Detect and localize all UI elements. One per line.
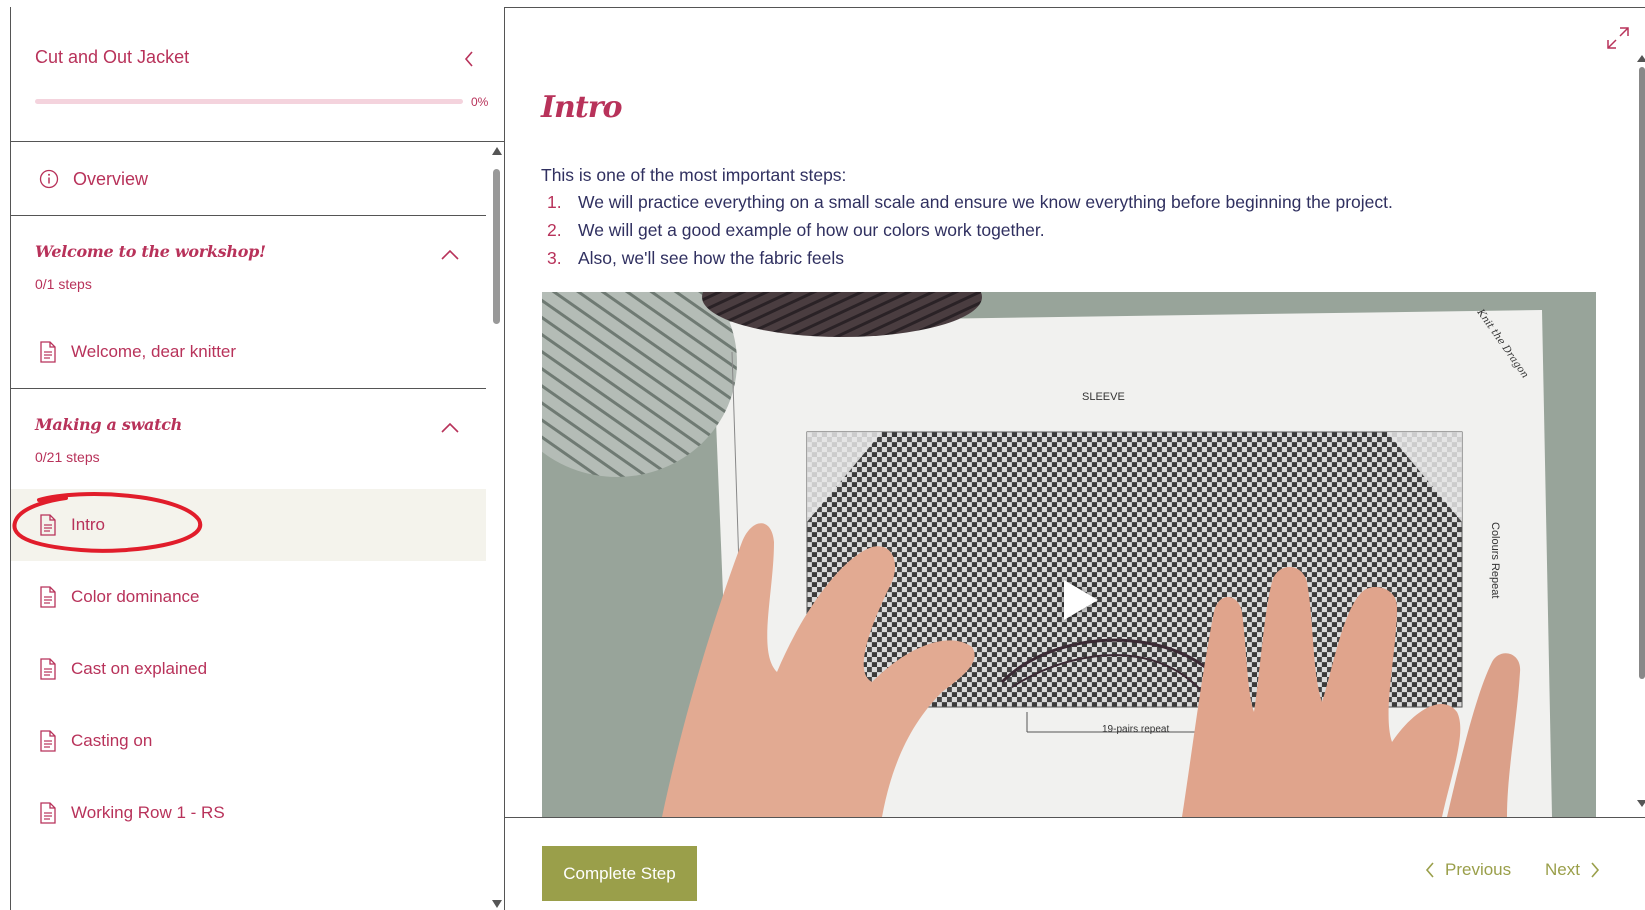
step-content: Intro This is one of the most important … <box>505 8 1645 910</box>
course-progress-label: 0% <box>471 95 489 109</box>
collapse-sidebar-button[interactable] <box>457 47 481 71</box>
sidebar-step-label: Cast on explained <box>71 659 208 678</box>
sidebar-step-label: Color dominance <box>71 587 200 606</box>
scroll-down-arrow-icon[interactable] <box>492 900 502 908</box>
list-item: 3. Also, we'll see how the fabric feels <box>547 248 844 268</box>
sidebar-item-label: Overview <box>73 168 149 189</box>
section-title: Making a swatch <box>35 415 182 434</box>
expand-arrows-icon[interactable] <box>1605 25 1631 51</box>
step-intro-text: This is one of the most important steps: <box>541 165 847 185</box>
next-label: Next <box>1545 860 1580 879</box>
sidebar-step-label: Casting on <box>71 731 153 750</box>
sidebar-step-working-row-1[interactable]: Working Row 1 - RS <box>11 777 486 849</box>
play-icon[interactable] <box>1064 580 1098 620</box>
list-item: 2. We will get a good example of how our … <box>547 220 1045 240</box>
sidebar-step-welcome-dear-knitter[interactable]: Welcome, dear knitter <box>11 316 486 388</box>
sidebar-step-cast-on-explained[interactable]: Cast on explained <box>11 633 486 705</box>
scrollbar-thumb[interactable] <box>1639 67 1645 679</box>
video-player[interactable]: SLEEVE Knit the Dragon Colours Repeat 19… <box>542 292 1596 817</box>
document-icon <box>40 802 56 824</box>
sidebar-step-intro[interactable]: Intro <box>11 489 486 561</box>
chevron-right-icon <box>1591 862 1600 878</box>
sidebar-step-label: Intro <box>71 515 106 534</box>
chart-side-label: Colours Repeat <box>1489 522 1501 598</box>
chart-repeat-label: 19-pairs repeat <box>1102 724 1169 735</box>
scroll-up-arrow-icon[interactable] <box>1637 55 1645 62</box>
chevron-left-icon <box>464 51 473 67</box>
scroll-down-arrow-icon[interactable] <box>1637 800 1645 807</box>
document-icon <box>40 658 56 680</box>
sidebar-step-label: Working Row 1 - RS <box>71 803 225 822</box>
scrollbar-thumb[interactable] <box>493 169 500 324</box>
list-item: 1. We will practice everything on a small… <box>547 192 1393 212</box>
document-icon <box>40 341 56 363</box>
sidebar-step-casting-on[interactable]: Casting on <box>11 705 486 777</box>
next-step-button[interactable]: Next <box>1545 860 1600 880</box>
section-title: Welcome to the workshop! <box>35 242 266 261</box>
info-circle-icon <box>39 169 59 189</box>
sidebar-item-overview[interactable]: Overview <box>11 143 486 216</box>
step-points-list: 1. We will practice everything on a small… <box>541 192 1393 276</box>
sidebar-step-color-dominance[interactable]: Color dominance <box>11 561 486 633</box>
sidebar-header: Cut and Out Jacket 0% <box>11 7 504 142</box>
chevron-left-icon <box>1425 862 1434 878</box>
chevron-up-icon[interactable] <box>439 417 461 439</box>
content-scrollbar[interactable] <box>1637 55 1645 807</box>
chart-heading-label: SLEEVE <box>1082 391 1125 403</box>
video-thumbnail: SLEEVE Knit the Dragon Colours Repeat 19… <box>542 292 1596 817</box>
document-icon <box>40 586 56 608</box>
section-steps-count: 0/21 steps <box>35 449 100 465</box>
previous-step-button[interactable]: Previous <box>1425 860 1511 880</box>
sidebar-step-label: Welcome, dear knitter <box>71 342 237 361</box>
previous-label: Previous <box>1445 860 1512 879</box>
scroll-up-arrow-icon[interactable] <box>492 147 502 155</box>
complete-step-button[interactable]: Complete Step <box>542 846 697 901</box>
step-title: Intro <box>541 90 623 125</box>
sidebar-scrollbar[interactable] <box>491 147 503 910</box>
step-footer: Complete Step Previous Next <box>505 817 1645 910</box>
section-header-making-a-swatch[interactable]: Making a swatch 0/21 steps <box>11 389 486 489</box>
chevron-up-icon[interactable] <box>439 244 461 266</box>
course-progress-bar <box>35 99 463 104</box>
document-icon <box>40 730 56 752</box>
course-title: Cut and Out Jacket <box>35 47 190 67</box>
course-sidebar: Cut and Out Jacket 0% Overview Welcome t… <box>10 7 505 910</box>
section-steps-count: 0/1 steps <box>35 276 92 292</box>
document-icon <box>40 514 56 536</box>
section-header-welcome[interactable]: Welcome to the workshop! 0/1 steps <box>11 216 486 316</box>
sidebar-step-list: Overview Welcome to the workshop! 0/1 st… <box>11 143 486 910</box>
